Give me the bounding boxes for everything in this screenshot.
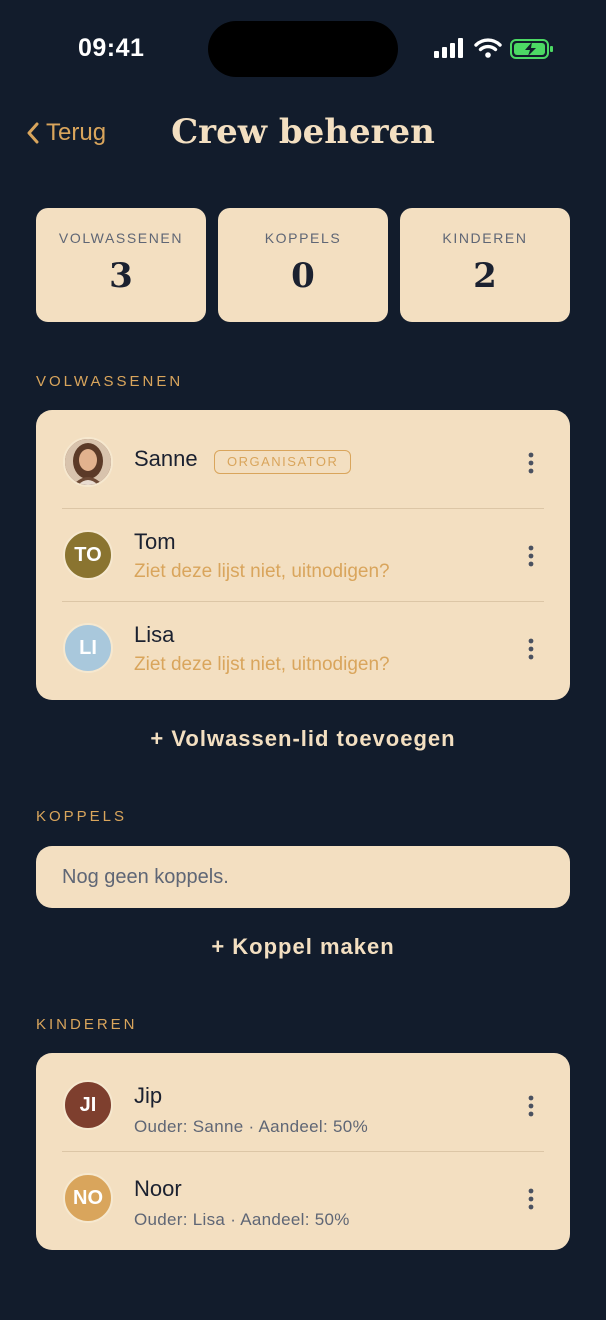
children-list: JI Jip Ouder: Sanne · Aandeel: 50% NO No… xyxy=(36,1053,570,1250)
more-options-icon[interactable] xyxy=(528,638,534,660)
invite-link[interactable]: Ziet deze lijst niet, uitnodigen? xyxy=(134,654,390,676)
more-options-icon[interactable] xyxy=(528,1188,534,1210)
avatar-photo xyxy=(63,437,113,487)
avatar: JI xyxy=(63,1080,113,1130)
more-options-icon[interactable] xyxy=(528,545,534,567)
child-details: Ouder: Lisa · Aandeel: 50% xyxy=(134,1210,350,1229)
status-bar: 09:41 xyxy=(0,0,606,96)
member-name: Noor xyxy=(134,1176,182,1201)
status-time: 09:41 xyxy=(78,34,145,62)
avatar: NO xyxy=(63,1173,113,1223)
list-item-adult[interactable]: LI Lisa Ziet deze lijst niet, uitnodigen… xyxy=(62,602,544,694)
add-adult-button[interactable]: + Volwassen-lid toevoegen xyxy=(0,726,606,752)
adults-list: Sanne ORGANISATOR TO Tom Ziet deze lijst… xyxy=(36,410,570,700)
battery-charging-icon xyxy=(510,39,553,59)
stat-value: 3 xyxy=(109,256,133,296)
avatar: LI xyxy=(63,623,113,673)
member-name: Lisa xyxy=(134,622,175,647)
stat-label: KOPPELS xyxy=(264,230,342,246)
section-heading-adults: VOLWASSENEN xyxy=(36,373,184,390)
stat-value: 2 xyxy=(473,256,497,296)
stat-label: KINDEREN xyxy=(442,230,528,246)
child-details: Ouder: Sanne · Aandeel: 50% xyxy=(134,1117,368,1136)
more-options-icon[interactable] xyxy=(528,1095,534,1117)
stat-label: VOLWASSENEN xyxy=(58,230,184,246)
list-item-child[interactable]: NO Noor Ouder: Lisa · Aandeel: 50% xyxy=(62,1152,544,1244)
stat-card-children: KINDEREN 2 xyxy=(400,208,570,322)
section-heading-couples: KOPPELS xyxy=(36,808,128,825)
organizer-badge: ORGANISATOR xyxy=(214,450,352,474)
list-item-adult[interactable]: Sanne ORGANISATOR xyxy=(62,416,544,509)
more-options-icon[interactable] xyxy=(528,452,534,474)
member-name: Tom xyxy=(134,529,176,554)
person-photo-icon xyxy=(65,439,111,485)
stat-value: 0 xyxy=(291,256,315,296)
stats-row: VOLWASSENEN 3 KOPPELS 0 KINDEREN 2 xyxy=(36,208,570,322)
member-name: Jip xyxy=(134,1083,163,1108)
wifi-icon xyxy=(474,38,502,58)
dynamic-island xyxy=(208,21,398,77)
list-item-child[interactable]: JI Jip Ouder: Sanne · Aandeel: 50% xyxy=(62,1059,544,1152)
avatar: TO xyxy=(63,530,113,580)
page-title: Crew beheren xyxy=(171,112,435,152)
stat-card-adults: VOLWASSENEN 3 xyxy=(36,208,206,322)
couples-empty-state: Nog geen koppels. xyxy=(36,846,570,908)
signal-icon xyxy=(434,38,463,58)
member-name: Sanne xyxy=(134,446,198,471)
section-heading-children: KINDEREN xyxy=(36,1016,138,1033)
list-item-adult[interactable]: TO Tom Ziet deze lijst niet, uitnodigen? xyxy=(62,509,544,602)
stat-card-couples: KOPPELS 0 xyxy=(218,208,388,322)
invite-link[interactable]: Ziet deze lijst niet, uitnodigen? xyxy=(134,561,390,583)
create-couple-button[interactable]: + Koppel maken xyxy=(0,934,606,960)
